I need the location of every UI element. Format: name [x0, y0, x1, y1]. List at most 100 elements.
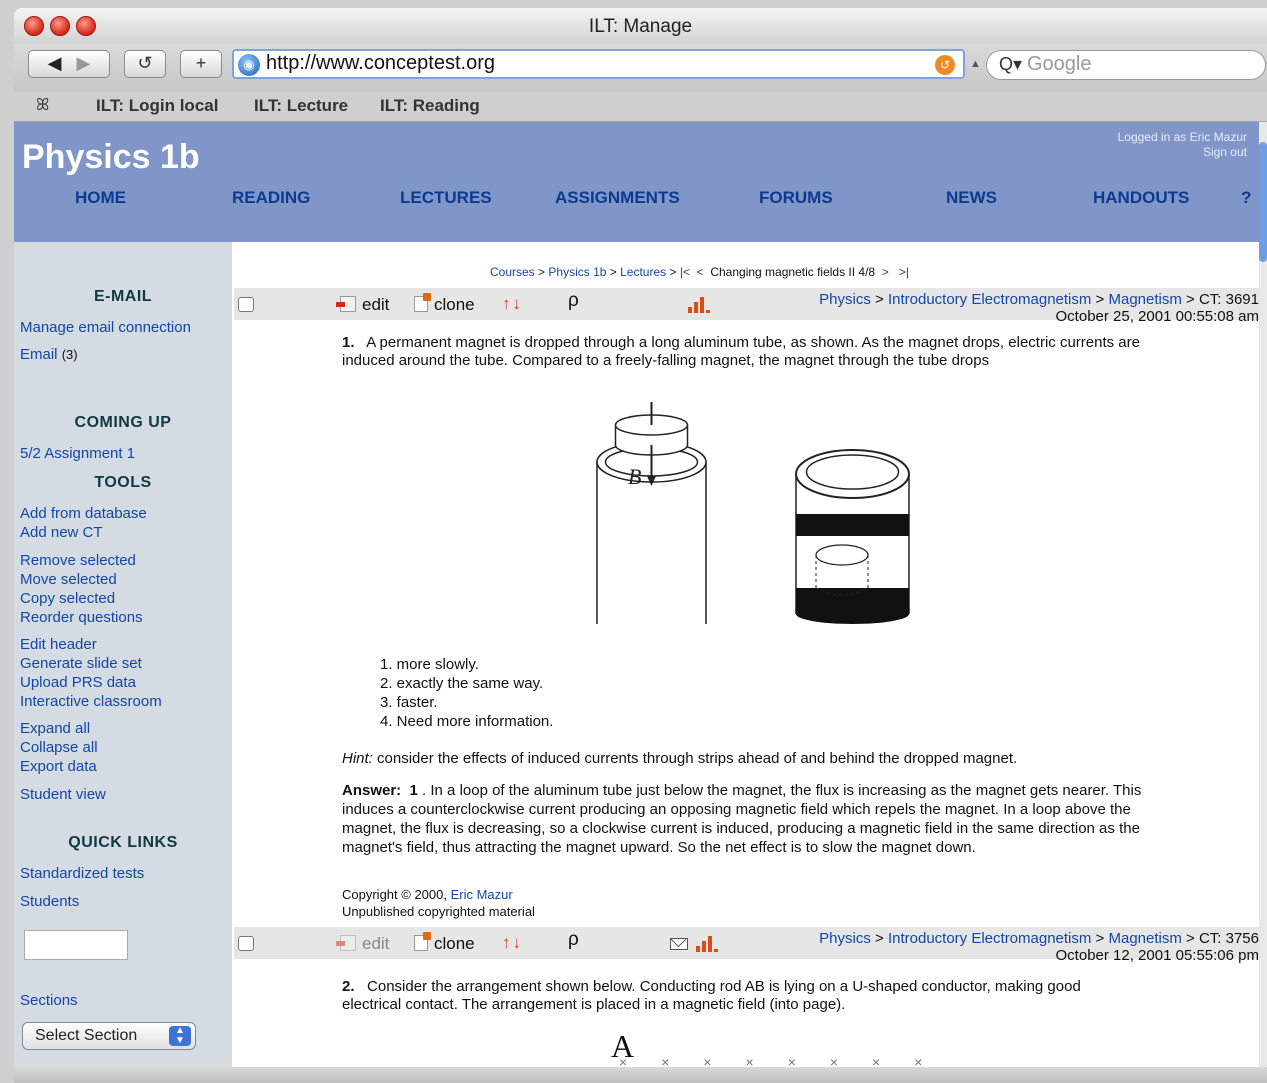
url-text: http://www.conceptest.org	[266, 52, 496, 74]
edit-icon	[336, 935, 356, 951]
tool-interactive-classroom[interactable]: Interactive classroom	[20, 693, 162, 710]
bookmark-reading[interactable]: ILT: Reading	[380, 92, 480, 120]
plus-icon: +	[195, 53, 207, 73]
nav-forums[interactable]: FORUMS	[759, 188, 833, 208]
magnet-tube-figure: B	[596, 402, 910, 624]
answer-value: 1	[409, 782, 418, 799]
bookmarks-book-icon[interactable]: ꕤ	[36, 92, 49, 120]
nav-assignments[interactable]: ASSIGNMENTS	[555, 188, 680, 208]
subtopic-link[interactable]: Magnetism	[1109, 930, 1182, 947]
breadcrumb-first[interactable]: |<	[680, 265, 690, 279]
vertical-scrollbar[interactable]	[1259, 122, 1267, 1067]
tool-add-from-database[interactable]: Add from database	[20, 505, 147, 522]
breadcrumb-courses[interactable]: Courses	[490, 265, 535, 279]
edit-button[interactable]: edit	[336, 295, 389, 315]
add-bookmark-button[interactable]: +	[180, 50, 222, 78]
clone-icon	[414, 293, 431, 312]
subject-link[interactable]: Physics	[819, 930, 871, 947]
question-2-number: 2.	[342, 978, 355, 995]
clone-button[interactable]: clone	[414, 293, 475, 315]
tool-generate-slide-set[interactable]: Generate slide set	[20, 655, 142, 672]
topic-link[interactable]: Introductory Electromagnetism	[888, 291, 1091, 308]
nav-news[interactable]: NEWS	[946, 188, 997, 208]
tool-remove-selected[interactable]: Remove selected	[20, 552, 136, 569]
tool-reorder-questions[interactable]: Reorder questions	[20, 609, 143, 626]
bookmark-login-local[interactable]: ILT: Login local	[96, 92, 218, 120]
tool-edit-header[interactable]: Edit header	[20, 636, 97, 653]
breadcrumb-current: Changing magnetic fields II 4/8	[710, 265, 876, 279]
tool-expand-all[interactable]: Expand all	[20, 720, 90, 737]
nav-help[interactable]: ?	[1241, 188, 1251, 208]
breadcrumb-lectures[interactable]: Lectures	[620, 265, 666, 279]
chevron-updown-icon: ▲ ▼	[169, 1026, 191, 1046]
back-forward-button[interactable]: ◀ ▶	[28, 50, 110, 78]
results-chart-icon[interactable]	[696, 936, 718, 952]
nav-reading[interactable]: READING	[232, 188, 310, 208]
tool-copy-selected[interactable]: Copy selected	[20, 590, 115, 607]
reorder-arrows-icon[interactable]: ↑↓	[502, 933, 523, 953]
envelope-icon[interactable]	[670, 938, 688, 950]
author-link[interactable]: Eric Mazur	[451, 887, 513, 902]
quick-link-standardized-tests[interactable]: Standardized tests	[20, 865, 144, 882]
status-bar	[14, 1067, 1267, 1083]
hint-text: consider the effects of induced currents…	[372, 750, 1018, 767]
answer-choices: 1. more slowly. 2. exactly the same way.…	[380, 655, 553, 731]
choice-1: 1. more slowly.	[380, 656, 479, 673]
breadcrumb-course[interactable]: Physics 1b	[548, 265, 606, 279]
scroll-thumb[interactable]	[1259, 142, 1267, 262]
search-icon: Q▾	[999, 54, 1023, 74]
tool-add-new-ct[interactable]: Add new CT	[20, 524, 103, 541]
url-menu-icon[interactable]: ▲	[970, 58, 981, 70]
clone-icon	[414, 932, 431, 951]
question-2-toolbar: edit clone ↑↓ ρ Physics > Introductory E…	[234, 927, 1259, 964]
search-field[interactable]: Q▾ Google	[986, 50, 1266, 80]
tool-upload-prs-data[interactable]: Upload PRS data	[20, 674, 136, 691]
email-count: (3)	[61, 347, 78, 362]
nav-lectures[interactable]: LECTURES	[400, 188, 492, 208]
sign-out-link[interactable]: Sign out	[1118, 145, 1247, 160]
subtopic-link[interactable]: Magnetism	[1109, 291, 1182, 308]
nav-handouts[interactable]: HANDOUTS	[1093, 188, 1189, 208]
tool-student-view[interactable]: Student view	[20, 786, 106, 803]
address-bar[interactable]: ◉ http://www.conceptest.org ↺	[232, 49, 965, 79]
back-icon[interactable]: ◀	[48, 53, 62, 73]
logged-in-text: Logged in as Eric Mazur	[1117, 130, 1247, 144]
forward-icon[interactable]: ▶	[77, 53, 91, 73]
question-1-answer: Answer: 1 . In a loop of the aluminum tu…	[342, 781, 1142, 857]
magnifier-icon[interactable]: ρ	[568, 929, 579, 951]
tool-collapse-all[interactable]: Collapse all	[20, 739, 98, 756]
select-section-dropdown[interactable]: Select Section ▲ ▼	[22, 1022, 196, 1050]
copyright-notice: Copyright © 2000, Eric Mazur Unpublished…	[342, 887, 535, 919]
quick-link-students[interactable]: Students	[20, 893, 79, 910]
question-2-body: Consider the arrangement shown below. Co…	[342, 978, 1081, 1013]
question-1-checkbox[interactable]	[238, 297, 254, 312]
subject-link[interactable]: Physics	[819, 291, 871, 308]
coming-up-heading: COMING UP	[74, 414, 172, 431]
email-link[interactable]: Email (3)	[20, 346, 78, 363]
reorder-arrows-icon[interactable]: ↑↓	[502, 294, 523, 314]
topic-link[interactable]: Introductory Electromagnetism	[888, 930, 1091, 947]
choice-3: 3. faster.	[380, 694, 438, 711]
snapback-icon[interactable]: ↺	[935, 55, 955, 75]
magnifier-icon[interactable]: ρ	[568, 290, 579, 312]
breadcrumb-prev[interactable]: <	[697, 265, 704, 279]
clone-button[interactable]: clone	[414, 932, 475, 954]
edit-icon	[336, 296, 356, 312]
tool-export-data[interactable]: Export data	[20, 758, 97, 775]
nav-home[interactable]: HOME	[75, 188, 126, 208]
question-1-number: 1.	[342, 334, 355, 351]
sidebar-text-input[interactable]	[24, 930, 128, 960]
email-link-label[interactable]: Email	[20, 346, 58, 363]
results-chart-icon[interactable]	[688, 297, 710, 313]
breadcrumb-next[interactable]: >	[882, 265, 889, 279]
breadcrumb-last[interactable]: >|	[899, 265, 909, 279]
tool-move-selected[interactable]: Move selected	[20, 571, 117, 588]
bookmark-lecture[interactable]: ILT: Lecture	[254, 92, 348, 120]
question-2-checkbox[interactable]	[238, 936, 254, 951]
reload-button[interactable]: ↺	[124, 50, 166, 78]
choice-4: 4. Need more information.	[380, 713, 554, 730]
sections-link[interactable]: Sections	[20, 992, 78, 1009]
search-placeholder: Google	[1027, 53, 1092, 75]
assignment-link[interactable]: 5/2 Assignment 1	[20, 445, 135, 462]
manage-email-link[interactable]: Manage email connection	[20, 319, 191, 336]
